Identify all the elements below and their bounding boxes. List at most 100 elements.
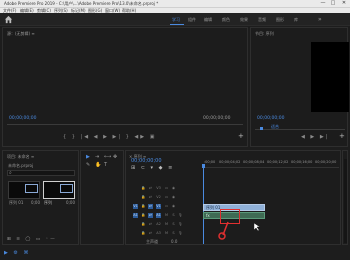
sequence-icon — [25, 184, 38, 193]
track-label-v3[interactable]: V3 — [156, 186, 161, 191]
track-header-a3: 🔒 ⇄ A3 M S 🎙 — [126, 230, 206, 238]
sync-icon[interactable]: ⇄ — [148, 222, 153, 227]
sync-icon[interactable]: ⇄ — [148, 213, 153, 218]
mute-button[interactable]: M — [164, 213, 169, 218]
audio-meter-bar — [344, 159, 347, 243]
project-thumb-label-1: 序列 01 — [9, 200, 24, 205]
track-label-a2[interactable]: A2 — [156, 222, 161, 227]
razor-tool-icon[interactable]: ✥ — [113, 154, 117, 160]
solo-button[interactable]: S — [171, 231, 176, 236]
lock-icon[interactable]: 🔒 — [141, 186, 146, 191]
track-label-a1[interactable]: A1 — [156, 213, 161, 218]
source-scrub-bar[interactable] — [7, 124, 243, 125]
timeline-toolbar[interactable]: ⊞ ⊂ ▾ ◆ ≡ — [131, 165, 174, 171]
workspace-learn[interactable]: 学习 — [172, 17, 180, 23]
project-file-name: 未命名.prproj — [8, 163, 34, 168]
sync-icon[interactable]: ⇄ — [148, 186, 153, 191]
output-toggle-icon[interactable]: ▭ — [164, 195, 169, 200]
sync-icon[interactable]: ⇄ — [148, 195, 153, 200]
program-timecode[interactable]: 00;00;00;00 — [257, 116, 284, 121]
timeline-panel: × 序列 ≡ 00;00;00;00 ⊞ ⊂ ▾ ◆ ≡ :00;00 00;0… — [125, 150, 341, 245]
track-label-v1[interactable]: V1 — [156, 204, 161, 209]
project-thumb-info-1: 0;00 — [31, 200, 40, 205]
status-icons[interactable]: ▶ ⚙ ⌘ — [4, 250, 31, 256]
program-add-button[interactable]: + — [339, 132, 345, 140]
program-monitor-panel: 节目: 序列 00;00;00;00 适合 ◀ ▶ ▶| + — [250, 27, 349, 147]
project-panel: 项目: 未命名 ≡ 未命名.prproj ⌕ 序列 01 0;00 序列 0;0… — [2, 150, 79, 245]
timeline-timecode[interactable]: 00;00;00;00 — [131, 158, 162, 164]
pen-tool-icon[interactable]: ✎ — [86, 162, 90, 168]
hand-tool-icon[interactable]: ✋ — [95, 162, 101, 168]
video-clip-label: 序列 01 — [206, 205, 221, 210]
project-search-input[interactable]: ⌕ — [7, 170, 75, 176]
master-track-value[interactable]: 0.0 — [171, 239, 177, 244]
output-toggle-icon[interactable]: ▭ — [164, 186, 169, 191]
eye-icon[interactable]: ◉ — [171, 204, 176, 209]
lock-icon[interactable]: 🔒 — [141, 213, 146, 218]
lock-icon[interactable]: 🔒 — [141, 195, 146, 200]
program-video-frame — [311, 42, 349, 112]
mute-button[interactable]: M — [164, 222, 169, 227]
maximize-button[interactable]: □ — [328, 0, 338, 7]
sync-icon[interactable]: ⇄ — [148, 204, 153, 209]
project-thumb-info-2: 0;00 — [66, 200, 75, 205]
mute-button[interactable]: M — [164, 231, 169, 236]
program-playhead-icon[interactable] — [260, 127, 263, 130]
source-panel-title[interactable]: 源：(无剪辑) ≡ — [7, 31, 35, 37]
type-tool-icon[interactable]: T — [104, 162, 107, 168]
lock-icon[interactable]: 🔒 — [141, 222, 146, 227]
project-thumb-sequence-selected[interactable] — [43, 181, 75, 199]
ruler-label-5: 00;00;20;00 — [315, 160, 337, 164]
project-thumb-label-2: 序列 — [44, 200, 52, 205]
program-scrub-bar[interactable] — [255, 129, 345, 130]
selection-tool-icon[interactable]: ▶ — [86, 154, 90, 160]
source-patch-a1[interactable]: A1 — [133, 213, 138, 218]
project-thumb-sequence-01[interactable] — [8, 181, 40, 199]
ruler-label-4: 00;00;16;00 — [291, 160, 313, 164]
solo-button[interactable]: S — [171, 222, 176, 227]
solo-button[interactable]: S — [171, 213, 176, 218]
workspace-graphics[interactable]: 图形 — [276, 17, 284, 23]
track-select-tool-icon[interactable]: ⇥ — [95, 154, 99, 160]
mic-icon[interactable]: 🎙 — [178, 213, 183, 218]
workspace-audio[interactable]: 音频 — [258, 17, 266, 23]
workspace-more-button[interactable]: » — [318, 16, 322, 23]
mic-icon[interactable]: 🎙 — [178, 222, 183, 227]
source-patch-v1[interactable]: V1 — [133, 204, 138, 209]
workspace-color[interactable]: 颜色 — [222, 17, 230, 23]
audio-clip-label: fx — [206, 213, 210, 218]
eye-icon[interactable]: ◉ — [171, 195, 176, 200]
program-panel-title[interactable]: 节目: 序列 — [255, 31, 274, 37]
workspace-effects[interactable]: 效果 — [240, 17, 248, 23]
close-button[interactable]: ✕ — [339, 0, 349, 7]
track-label-v2[interactable]: V2 — [156, 195, 161, 200]
sequence-icon — [60, 184, 73, 193]
minimize-button[interactable]: — — [318, 0, 328, 7]
workspace-assembly[interactable]: 组件 — [188, 17, 196, 23]
mic-icon[interactable]: 🎙 — [178, 231, 183, 236]
title-bar: Adobe Premiere Pro 2019 - C:\用户\...\Adob… — [0, 0, 350, 7]
source-add-button[interactable]: + — [238, 132, 244, 140]
source-timecode-out: 00;00;00;00 — [203, 116, 231, 121]
project-bottom-toolbar[interactable]: ⊞ ≡ ◯ ▭ ◦— — [7, 237, 57, 242]
program-transport-controls[interactable]: ◀ ▶ ▶| — [301, 134, 329, 140]
track-header-v2: 🔒 ⇄ V2 ▭ ◉ — [126, 194, 206, 202]
timeline-ruler[interactable]: :00;00 00;00;04;02 00;00;08;04 00;00;12;… — [203, 159, 339, 168]
workspace-editing[interactable]: 编辑 — [204, 17, 212, 23]
ripple-edit-tool-icon[interactable]: ⟷ — [104, 154, 111, 160]
lock-icon[interactable]: 🔒 — [141, 231, 146, 236]
lock-icon[interactable]: 🔒 — [141, 204, 146, 209]
track-header-v3: 🔒 ⇄ V3 ▭ ◉ — [126, 185, 206, 193]
track-label-a3[interactable]: A3 — [156, 231, 161, 236]
output-toggle-icon[interactable]: ▭ — [164, 204, 169, 209]
source-timecode-in[interactable]: 00;00;00;00 — [9, 116, 36, 121]
home-icon[interactable] — [4, 15, 13, 24]
sync-icon[interactable]: ⇄ — [148, 231, 153, 236]
source-transport-controls[interactable]: { } |◀ ◀ ▶ ▶| } ◀▶ ▣ — [63, 134, 156, 140]
search-icon: ⌕ — [9, 170, 12, 176]
ruler-label-0: :00;00 — [204, 160, 216, 164]
eye-icon[interactable]: ◉ — [171, 186, 176, 191]
ruler-label-2: 00;00;08;04 — [243, 160, 265, 164]
workspace-libraries[interactable]: 库 — [294, 17, 298, 23]
project-panel-title[interactable]: 项目: 未命名 ≡ — [7, 154, 34, 160]
